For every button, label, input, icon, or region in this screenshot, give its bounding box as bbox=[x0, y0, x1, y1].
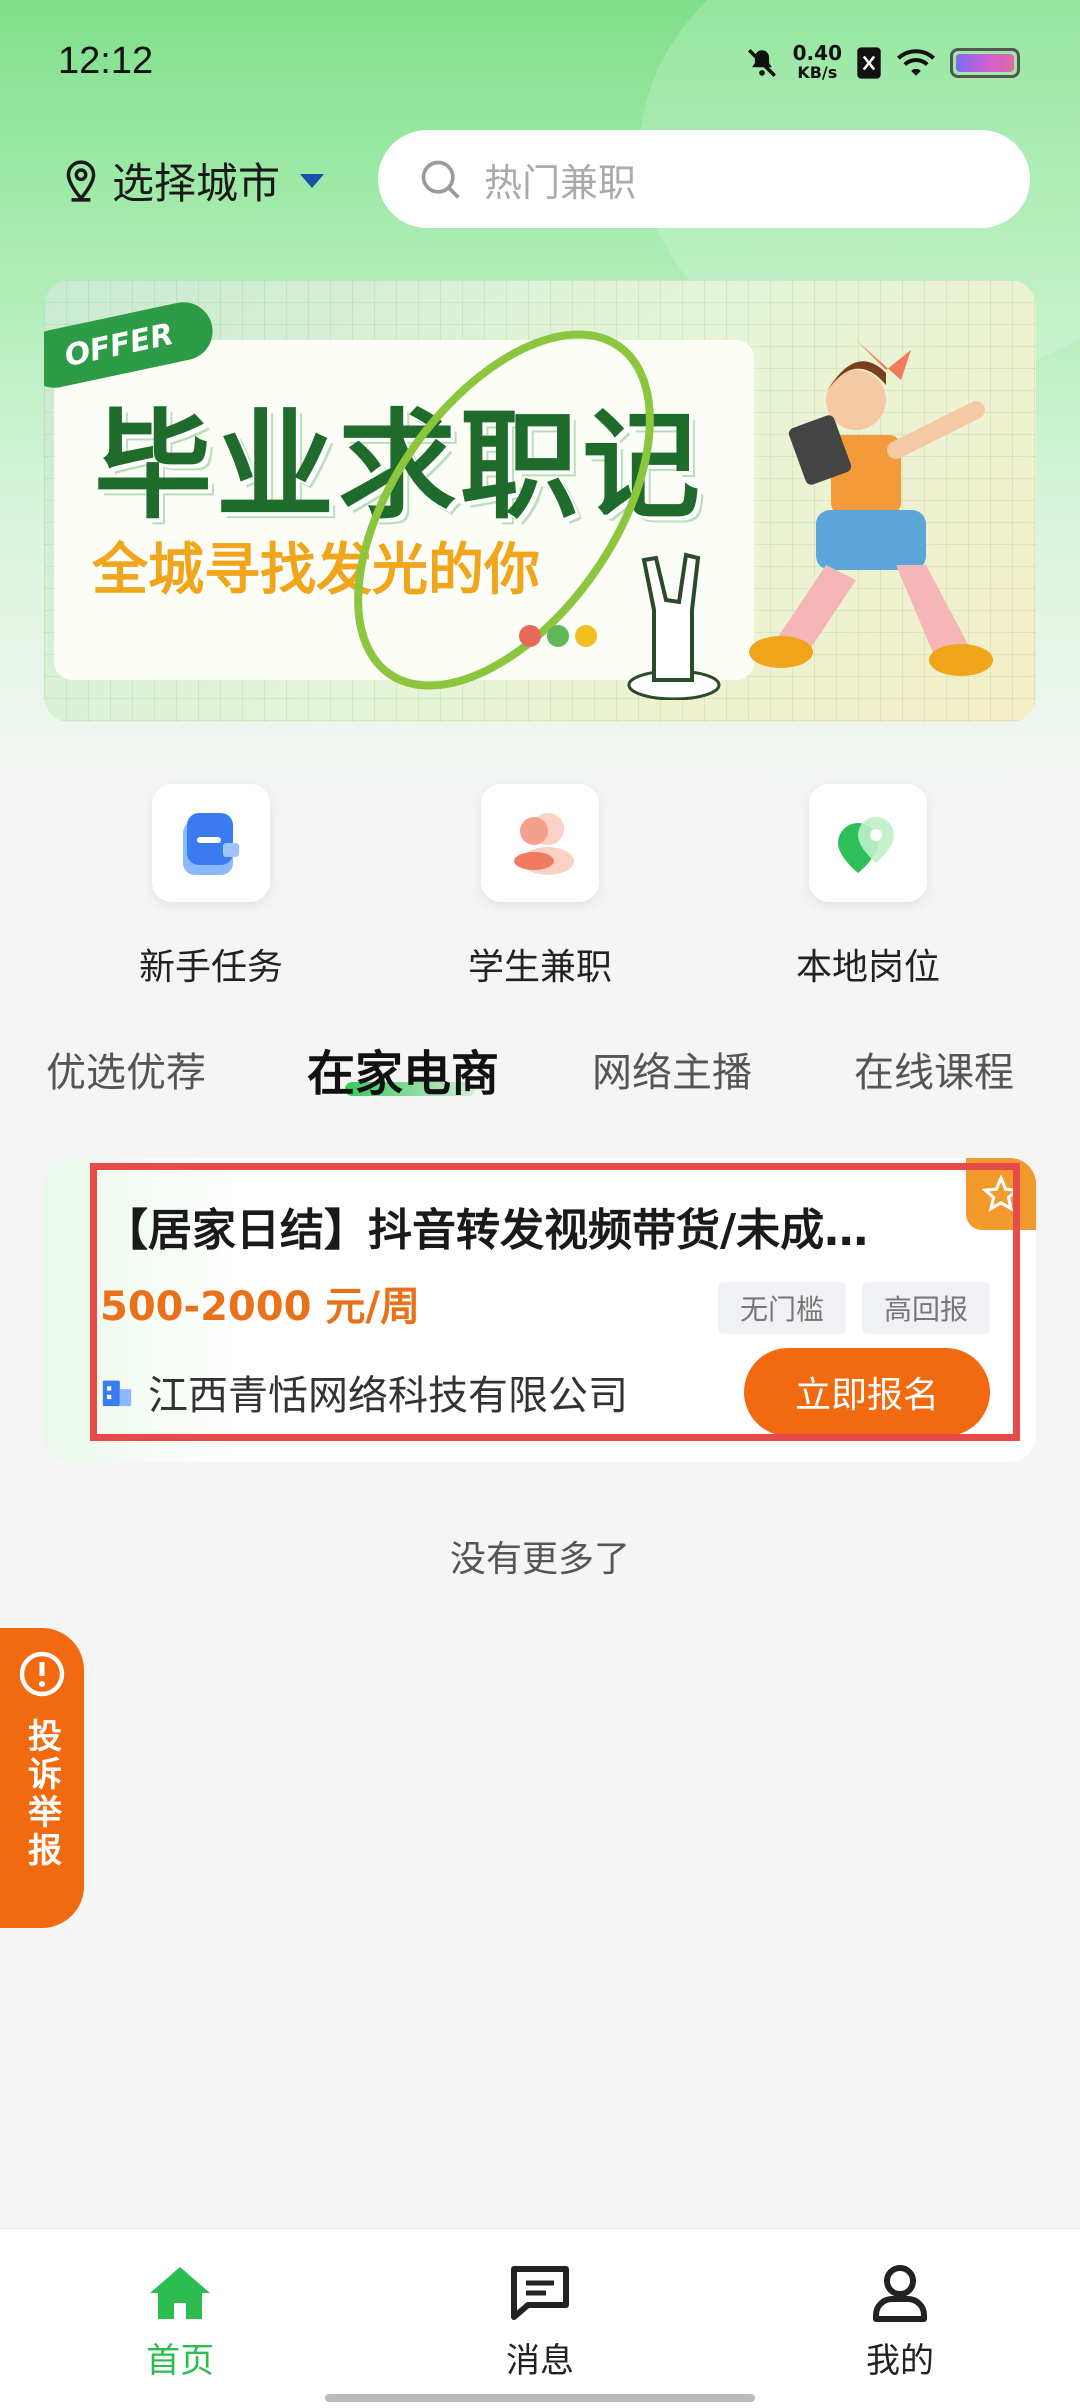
job-title: 【居家日结】抖音转发视频带货/未成… bbox=[104, 1205, 869, 1256]
banner-character-illustration bbox=[749, 340, 993, 676]
tab-featured[interactable]: 优选优荐 bbox=[46, 1040, 206, 1098]
location-pin-icon bbox=[66, 159, 96, 202]
shortcut-label: 新手任务 bbox=[138, 947, 283, 988]
report-label: 投诉举报 bbox=[21, 1718, 62, 1870]
alert-icon bbox=[19, 1651, 65, 1697]
list-end-text: 没有更多了 bbox=[449, 1539, 630, 1580]
apply-button[interactable]: 立即报名 bbox=[744, 1348, 990, 1436]
search-icon bbox=[421, 160, 460, 199]
sim-icon bbox=[857, 47, 881, 79]
tab-live-streaming[interactable]: 网络主播 bbox=[592, 1040, 752, 1098]
nav-label: 消息 bbox=[506, 2341, 574, 2381]
task-icon bbox=[183, 813, 239, 875]
message-icon bbox=[511, 2266, 569, 2320]
category-tabs: 优选优荐 在家电商 网络主播 在线课程 bbox=[0, 1040, 1080, 1120]
shortcut-label: 学生兼职 bbox=[467, 947, 612, 988]
shortcut-local-jobs[interactable]: 本地岗位 bbox=[768, 784, 968, 990]
bottom-nav: 首页 消息 我的 bbox=[0, 2228, 1080, 2408]
status-bar: 12:12 0.40 KB/s bbox=[0, 0, 1080, 120]
search-placeholder: 热门兼职 bbox=[484, 160, 637, 205]
shortcut-label: 本地岗位 bbox=[795, 947, 940, 988]
chevron-down-icon bbox=[300, 173, 325, 188]
banner-ring-decoration bbox=[354, 330, 654, 690]
report-button[interactable]: 投诉举报 bbox=[0, 1628, 84, 1928]
company-building-icon bbox=[102, 1380, 132, 1407]
nav-label: 首页 bbox=[146, 2341, 214, 2381]
job-tag: 高回报 bbox=[861, 1282, 990, 1334]
battery-icon bbox=[950, 48, 1020, 78]
nav-label: 我的 bbox=[866, 2341, 934, 2381]
mute-bell-icon bbox=[747, 48, 776, 78]
company-name: 江西青恬网络科技有限公司 bbox=[148, 1373, 628, 1419]
company-info: 江西青恬网络科技有限公司 bbox=[100, 1363, 628, 1421]
city-selector[interactable]: 选择城市 bbox=[62, 150, 325, 211]
banner-dots bbox=[519, 625, 597, 647]
wifi-icon bbox=[897, 49, 935, 76]
home-indicator bbox=[325, 2394, 755, 2402]
nav-messages[interactable]: 消息 bbox=[440, 2263, 640, 2382]
promo-banner[interactable]: OFFER 毕业求职记 全城寻找发光的你 bbox=[44, 280, 1036, 722]
status-time: 12:12 bbox=[58, 40, 154, 82]
status-icons: 0.40 KB/s bbox=[745, 38, 1020, 88]
tab-home-ecommerce[interactable]: 在家电商 bbox=[307, 1034, 499, 1104]
city-label: 选择城市 bbox=[112, 159, 281, 208]
rock-hand-icon bbox=[627, 552, 721, 700]
profile-icon bbox=[873, 2265, 927, 2322]
location-icon bbox=[838, 817, 894, 873]
tab-online-courses[interactable]: 在线课程 bbox=[854, 1040, 1014, 1098]
job-salary: 500-2000 元/周 bbox=[100, 1284, 420, 1330]
nav-home[interactable]: 首页 bbox=[80, 2263, 280, 2382]
home-icon bbox=[150, 2267, 210, 2319]
job-tag: 无门槛 bbox=[717, 1282, 846, 1334]
nav-profile[interactable]: 我的 bbox=[800, 2263, 1000, 2382]
job-tags: 无门槛 高回报 bbox=[717, 1282, 990, 1334]
shortcut-student-job[interactable]: 学生兼职 bbox=[440, 784, 640, 990]
shortcut-newbie-task[interactable]: 新手任务 bbox=[111, 784, 311, 990]
net-speed: 0.40 KB/s bbox=[792, 41, 842, 82]
student-icon bbox=[514, 813, 574, 875]
job-card[interactable]: 【居家日结】抖音转发视频带货/未成… 500-2000 元/周 无门槛 高回报 … bbox=[44, 1158, 1036, 1462]
search-bar[interactable]: 热门兼职 bbox=[378, 130, 1030, 228]
